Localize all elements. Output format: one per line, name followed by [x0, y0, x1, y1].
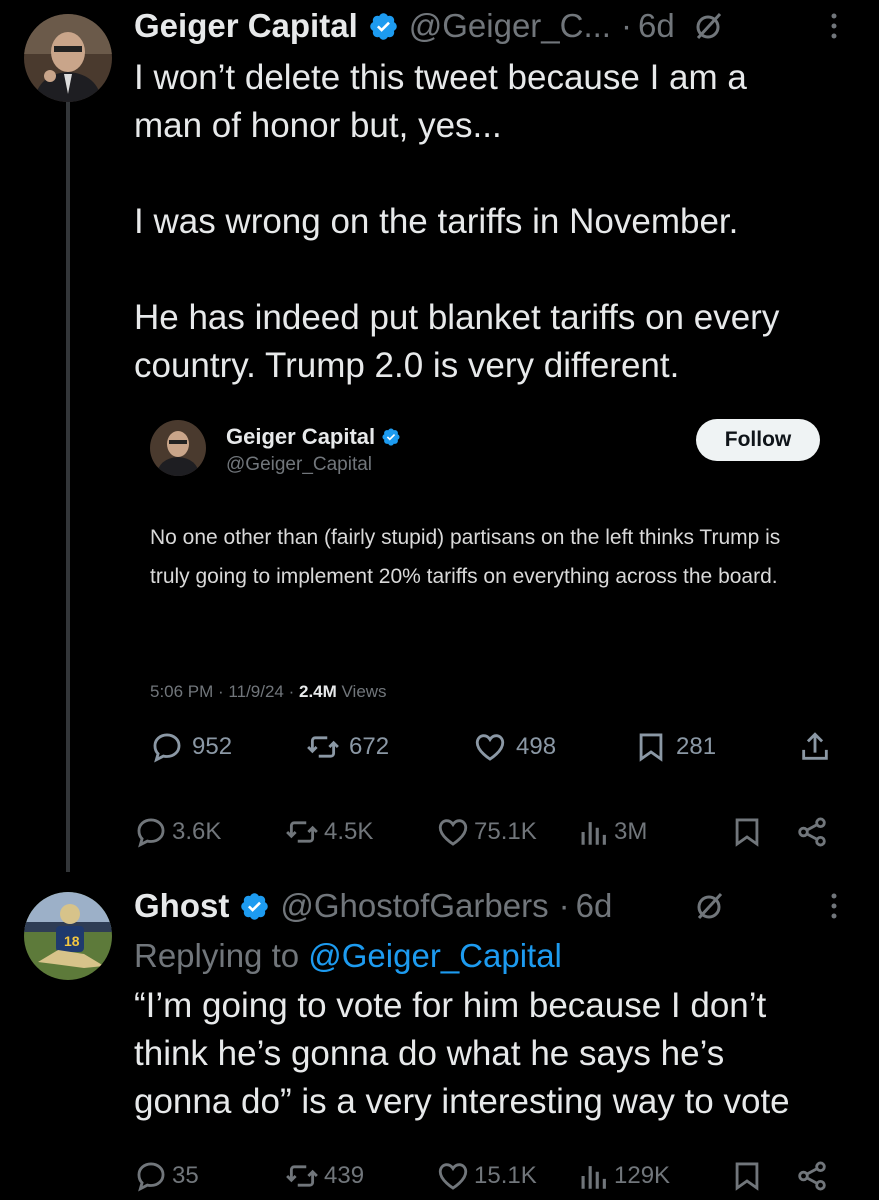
share-icon	[802, 732, 828, 760]
quoted-views-label: Views	[336, 682, 387, 701]
tweet-reply[interactable]: Ghost @GhostofGarbers · 6d Replying to @…	[134, 886, 849, 1126]
follow-button: Follow	[696, 419, 820, 461]
quoted-bookmark-count: 281	[676, 733, 717, 760]
verified-badge-icon	[382, 428, 400, 446]
separator: ·	[558, 887, 570, 924]
quoted-repost-count: 672	[349, 733, 390, 760]
bookmark-icon	[735, 1162, 759, 1191]
quoted-avatar	[150, 420, 206, 476]
bookmark-icon	[735, 818, 759, 847]
repost-count: 439	[324, 1162, 365, 1189]
thread-connector-line	[66, 92, 70, 872]
quoted-author-handle: @Geiger_Capital	[226, 454, 373, 475]
reply-tweet-text: “I’m going to vote for him because I don…	[134, 986, 790, 1121]
repost-icon	[286, 821, 318, 843]
reply-timestamp[interactable]: 6d	[576, 886, 613, 926]
views-count: 129K	[614, 1162, 671, 1189]
reply-author-handle[interactable]: @GhostofGarbers	[280, 886, 548, 926]
separator: ·	[620, 7, 632, 44]
more-icon[interactable]	[829, 10, 839, 42]
replying-to-prefix: Replying to	[134, 937, 309, 974]
like-count: 75.1K	[474, 818, 537, 845]
quoted-tweet-text: No one other than (fairly stupid) partis…	[150, 526, 781, 588]
views-button[interactable]: 3M	[576, 815, 647, 849]
reply-icon	[137, 818, 165, 848]
replying-to-handle-link[interactable]: @Geiger_Capital	[308, 937, 562, 974]
bookmark-icon	[639, 733, 663, 762]
quoted-views-count: 2.4M	[298, 682, 337, 701]
quoted-reply-count: 952	[192, 733, 233, 760]
like-icon	[438, 1163, 468, 1190]
repost-count: 4.5K	[324, 818, 374, 845]
repost-button[interactable]: 4.5K	[284, 815, 373, 849]
quoted-reply: 952	[150, 730, 232, 764]
reply-count: 3.6K	[172, 818, 222, 845]
repost-icon	[307, 736, 339, 758]
like-count: 15.1K	[474, 1162, 537, 1189]
quoted-repost: 672	[305, 730, 389, 764]
avatar-geiger-capital[interactable]	[24, 14, 112, 102]
quoted-tweet-image: Geiger Capital @Geiger_Capital Follow No…	[134, 400, 834, 860]
share-icon	[798, 1161, 826, 1191]
reply-tweet-header: Ghost @GhostofGarbers · 6d	[134, 886, 849, 926]
bookmark-button[interactable]	[730, 815, 764, 849]
reply-author-name[interactable]: Ghost	[134, 886, 229, 926]
like-icon	[438, 819, 468, 846]
share-button[interactable]	[794, 1159, 830, 1193]
quoted-like: 498	[472, 730, 556, 764]
like-button[interactable]: 15.1K	[436, 1159, 537, 1193]
grok-icon[interactable]	[694, 890, 726, 922]
like-button[interactable]: 75.1K	[436, 815, 537, 849]
views-icon	[581, 822, 606, 845]
quoted-author-name-text: Geiger Capital	[226, 424, 376, 449]
views-icon	[581, 1166, 606, 1189]
tweet-header: Geiger Capital @Geiger_C... · 6d	[134, 6, 849, 46]
avatar-ghost[interactable]: 18	[24, 892, 112, 980]
author-handle[interactable]: @Geiger_C...	[409, 6, 611, 46]
views-button[interactable]: 129K	[576, 1159, 670, 1193]
verified-badge-icon	[369, 12, 397, 40]
grok-icon[interactable]	[693, 10, 725, 42]
verified-badge-icon	[241, 892, 269, 920]
quoted-meta-time: 5:06 PM · 11/9/24 ·	[150, 682, 299, 701]
tweet-text: I won’t delete this tweet because I am a…	[134, 58, 780, 385]
reply-icon	[153, 733, 181, 763]
quoted-share	[798, 730, 832, 764]
like-icon	[475, 734, 505, 761]
tweet-main[interactable]: Geiger Capital @Geiger_C... · 6d I won’t…	[134, 6, 849, 390]
svg-text:18: 18	[64, 933, 80, 949]
views-count: 3M	[614, 818, 648, 845]
timestamp[interactable]: 6d	[638, 6, 675, 46]
share-button[interactable]	[794, 815, 830, 849]
quoted-bookmark: 281	[634, 730, 716, 764]
tweet-reply-action-bar: 35 439 15.1K 129K	[134, 1158, 834, 1194]
reply-count: 35	[172, 1162, 199, 1189]
bookmark-button[interactable]	[730, 1159, 764, 1193]
reply-button[interactable]: 35	[134, 1159, 199, 1193]
reply-icon	[137, 1162, 165, 1192]
share-icon	[798, 817, 826, 847]
repost-button[interactable]: 439	[284, 1159, 364, 1193]
replying-to: Replying to @Geiger_Capital	[134, 934, 849, 978]
more-icon[interactable]	[829, 890, 839, 922]
author-name[interactable]: Geiger Capital	[134, 6, 358, 46]
tweet-main-action-bar: 3.6K 4.5K 75.1K 3M	[134, 814, 834, 850]
quoted-meta: 5:06 PM · 11/9/24 · 2.4M Views	[150, 682, 387, 702]
quoted-like-count: 498	[516, 733, 557, 760]
reply-button[interactable]: 3.6K	[134, 815, 221, 849]
repost-icon	[286, 1165, 318, 1187]
quoted-author-name: Geiger Capital	[226, 424, 401, 450]
